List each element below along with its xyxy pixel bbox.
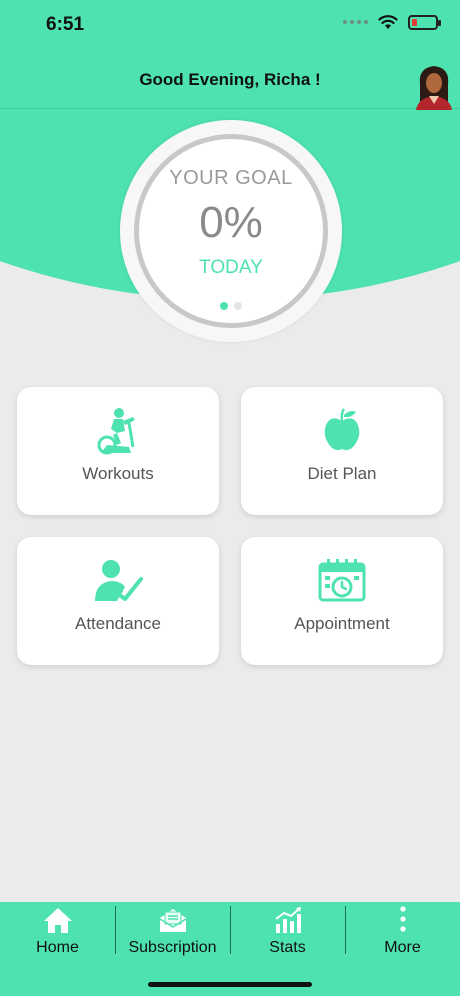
- nav-subscription-label: Subscription: [128, 939, 217, 956]
- more-dots-icon: [399, 906, 406, 932]
- page-dot-active[interactable]: [220, 302, 228, 310]
- home-icon: [43, 908, 72, 933]
- greeting-title: Good Evening, Richa !: [139, 70, 321, 89]
- nav-more[interactable]: More: [345, 902, 460, 966]
- goal-widget[interactable]: YOUR GOAL 0% TODAY: [120, 120, 342, 342]
- workouts-tile[interactable]: Workouts: [17, 387, 219, 515]
- user-avatar[interactable]: [414, 62, 454, 110]
- diet-plan-tile[interactable]: Diet Plan: [241, 387, 443, 515]
- attendance-tile[interactable]: Attendance: [17, 537, 219, 665]
- app-screen: 6:51 Good Evening, Richa ! YOUR GOAL 0% …: [0, 0, 460, 996]
- wifi-icon: [378, 15, 398, 29]
- battery-icon: [408, 14, 441, 30]
- goal-period: TODAY: [199, 257, 263, 278]
- appointment-tile[interactable]: Appointment: [241, 537, 443, 665]
- home-indicator[interactable]: [148, 982, 312, 987]
- page-dot[interactable]: [234, 302, 242, 310]
- diet-plan-label: Diet Plan: [307, 464, 377, 483]
- workouts-label: Workouts: [82, 464, 154, 483]
- stats-chart-icon: [274, 907, 301, 933]
- goal-page-indicator[interactable]: [120, 302, 342, 310]
- status-time: 6:51: [46, 14, 85, 35]
- nav-home[interactable]: Home: [0, 902, 115, 966]
- appointment-label: Appointment: [294, 614, 390, 633]
- subscription-mail-icon: [159, 909, 186, 932]
- exercise-bike-icon: [97, 408, 135, 455]
- nav-divider: [230, 906, 231, 954]
- calendar-clock-icon: [318, 559, 366, 602]
- nav-divider: [345, 906, 346, 954]
- cellular-signal-icon: [343, 20, 368, 24]
- nav-stats[interactable]: Stats: [230, 902, 345, 966]
- nav-divider: [115, 906, 116, 954]
- goal-percent: 0%: [199, 198, 263, 247]
- header-divider: [0, 108, 460, 109]
- attendance-check-icon: [95, 560, 143, 601]
- apple-icon: [324, 408, 360, 451]
- attendance-label: Attendance: [74, 614, 161, 633]
- status-indicators: [343, 14, 441, 30]
- nav-home-label: Home: [36, 939, 79, 956]
- nav-more-label: More: [384, 939, 421, 956]
- nav-stats-label: Stats: [269, 939, 306, 956]
- goal-title: YOUR GOAL: [169, 167, 293, 189]
- nav-subscription[interactable]: Subscription: [115, 902, 230, 966]
